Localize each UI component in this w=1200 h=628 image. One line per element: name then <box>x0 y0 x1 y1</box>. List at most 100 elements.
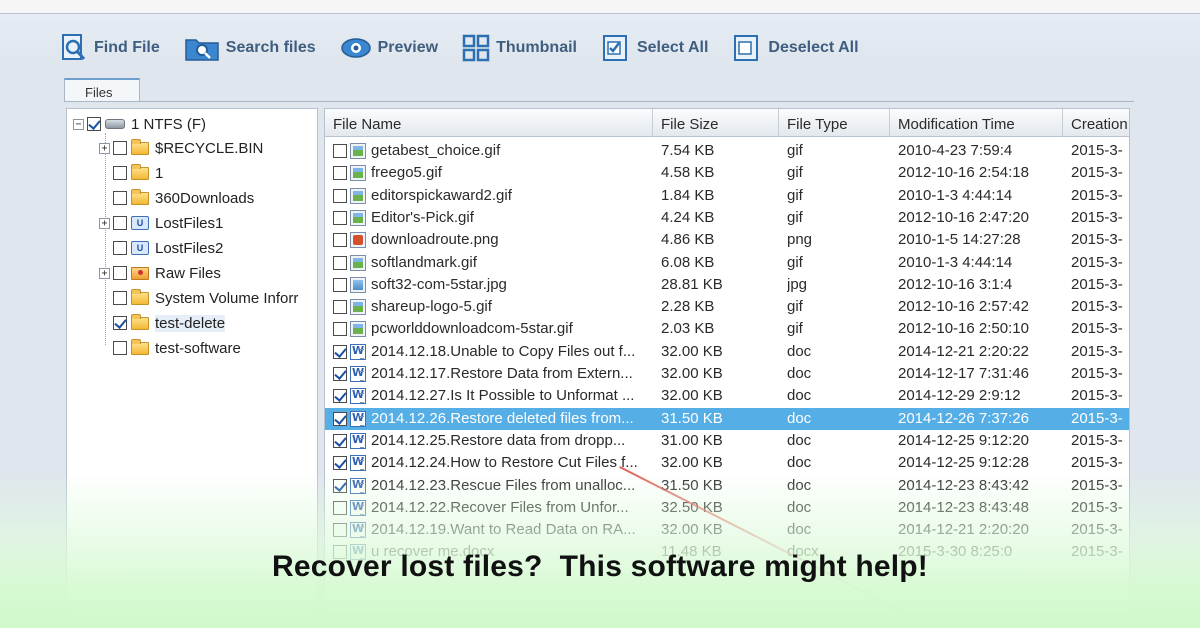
row-checkbox[interactable] <box>333 411 347 426</box>
table-row[interactable]: soft32-com-5star.jpg 28.81 KB jpg 2012-10-1… <box>325 274 1129 296</box>
table-row[interactable]: 2014.12.25.Restore data from dropp... 31.… <box>325 430 1129 452</box>
search-files-label: Search files <box>225 39 316 56</box>
tree-item-label: test-software <box>155 339 241 357</box>
row-checkbox[interactable] <box>333 233 347 248</box>
row-checkbox[interactable] <box>333 300 347 315</box>
tab-files[interactable]: Files <box>64 78 140 102</box>
folder-tree: − 1 NTFS (F) + $RECYCLE.BIN 1 360Downloads +… <box>66 108 318 618</box>
search-files-button[interactable]: Search files <box>184 34 316 62</box>
cell-file-type: doc <box>787 498 812 516</box>
cell-file-size: 4.86 KB <box>661 231 715 249</box>
row-checkbox[interactable] <box>333 433 347 448</box>
folder-icon <box>131 138 149 155</box>
cell-file-size: 32.00 KB <box>661 342 723 360</box>
raw-files-icon <box>131 266 149 280</box>
tree-horizontal-scrollbar[interactable] <box>66 602 318 616</box>
deselect-all-button[interactable]: Deselect All <box>732 33 859 63</box>
gif-file-icon <box>350 254 366 271</box>
cell-file-type: doc <box>787 521 812 539</box>
row-checkbox[interactable] <box>333 500 347 515</box>
thumbnail-button[interactable]: Thumbnail <box>462 34 577 62</box>
tree-item[interactable]: test-software <box>99 337 241 359</box>
find-file-button[interactable]: Find File <box>60 33 160 63</box>
table-row[interactable]: editorspickaward2.gif 1.84 KB gif 2010-1-3 … <box>325 185 1129 207</box>
row-checkbox[interactable] <box>333 166 347 181</box>
cell-file-size: 4.24 KB <box>661 208 715 226</box>
collapse-icon[interactable]: − <box>73 118 84 130</box>
table-row[interactable]: 2014.12.22.Recover Files from Unfor... 32… <box>325 497 1129 519</box>
row-checkbox[interactable] <box>333 255 347 270</box>
tree-item-checkbox[interactable] <box>113 141 127 155</box>
tree-item[interactable]: 360Downloads <box>99 187 254 209</box>
cell-creation: 2015-3- <box>1071 275 1123 293</box>
row-checkbox[interactable] <box>333 322 347 337</box>
table-row[interactable]: shareup-logo-5.gif 2.28 KB gif 2012-10-16 2… <box>325 296 1129 318</box>
column-header-file-size[interactable]: File Size <box>653 109 779 137</box>
table-row[interactable]: 2014.12.27.Is It Possible to Unformat ..… <box>325 385 1129 407</box>
table-row[interactable]: Editor's-Pick.gif 4.24 KB gif 2012-10-16 2:… <box>325 207 1129 229</box>
row-checkbox[interactable] <box>333 523 347 538</box>
expand-icon[interactable]: + <box>99 142 110 154</box>
expand-icon[interactable]: + <box>99 217 110 229</box>
table-row[interactable]: pcworlddownloadcom-5star.gif 2.03 KB gif 20… <box>325 318 1129 340</box>
folder-icon <box>131 288 149 305</box>
row-checkbox[interactable] <box>333 367 347 381</box>
table-row[interactable]: 2014.12.18.Unable to Copy Files out f...… <box>325 341 1129 363</box>
table-row[interactable]: getabest_choice.gif 7.54 KB gif 2010-4-23 7… <box>325 140 1129 162</box>
table-row[interactable]: softlandmark.gif 6.08 KB gif 2010-1-3 4:44:… <box>325 252 1129 274</box>
tree-item[interactable]: 1 <box>99 162 163 184</box>
row-checkbox[interactable] <box>333 478 347 493</box>
row-checkbox[interactable] <box>333 389 347 404</box>
tree-item[interactable]: + Raw Files <box>99 262 221 284</box>
tree-item-checkbox[interactable] <box>113 191 127 205</box>
tree-item[interactable]: test-delete <box>99 312 226 334</box>
cell-modification-time: 2014-12-21 2:20:22 <box>898 342 1029 360</box>
cell-file-type: gif <box>787 186 803 204</box>
tree-item[interactable]: + $RECYCLE.BIN <box>99 137 263 159</box>
cell-file-size: 32.00 KB <box>661 454 723 472</box>
column-header-file-type[interactable]: File Type <box>779 109 890 137</box>
tree-root[interactable]: − 1 NTFS (F) <box>73 113 206 135</box>
column-header-file-name[interactable]: File Name <box>325 109 653 137</box>
tree-item-checkbox[interactable] <box>113 316 127 330</box>
doc-file-icon <box>350 366 366 382</box>
row-checkbox[interactable] <box>333 277 347 292</box>
tree-item-checkbox[interactable] <box>113 341 127 355</box>
table-row[interactable]: freego5.gif 4.58 KB gif 2012-10-16 2:54:18 2… <box>325 162 1129 184</box>
expand-icon[interactable]: + <box>99 267 110 279</box>
table-row[interactable]: 2014.12.24.How to Restore Cut Files f...… <box>325 452 1129 474</box>
select-all-button[interactable]: Select All <box>601 33 708 63</box>
folder-icon <box>131 313 149 330</box>
gif-file-icon <box>350 187 366 204</box>
table-row[interactable]: downloadroute.png 4.86 KB png 2010-1-5 14:2… <box>325 229 1129 251</box>
tree-item-checkbox[interactable] <box>113 166 127 180</box>
tree-item[interactable]: System Volume Inforr <box>99 287 298 309</box>
tree-item-checkbox[interactable] <box>113 216 127 230</box>
row-checkbox[interactable] <box>333 344 347 359</box>
tree-item-checkbox[interactable] <box>113 241 127 255</box>
cell-creation: 2015-3- <box>1071 476 1123 494</box>
cell-file-type: doc <box>787 387 812 405</box>
cell-file-size: 1.84 KB <box>661 186 715 204</box>
row-checkbox[interactable] <box>333 456 347 471</box>
gif-file-icon <box>350 143 366 159</box>
select-all-label: Select All <box>636 39 709 56</box>
tree-item[interactable]: U LostFiles2 <box>99 237 223 259</box>
row-checkbox[interactable] <box>333 188 347 203</box>
tree-item-label: Raw Files <box>155 264 221 282</box>
preview-button[interactable]: Preview <box>340 36 438 60</box>
row-checkbox[interactable] <box>333 210 347 225</box>
column-header-modification-time[interactable]: Modification Time <box>890 109 1063 137</box>
table-row[interactable]: 2014.12.23.Rescue Files from unalloc... 3… <box>325 475 1129 497</box>
row-checkbox[interactable] <box>333 144 347 158</box>
cell-file-type: png <box>787 231 813 249</box>
tree-item-label: 360Downloads <box>155 189 255 207</box>
table-row[interactable]: 2014.12.26.Restore deleted files from...… <box>325 407 1129 430</box>
column-header-creation[interactable]: Creation <box>1063 109 1129 137</box>
table-row[interactable]: 2014.12.17.Restore Data from Extern... 32… <box>325 363 1129 385</box>
tree-item-checkbox[interactable] <box>113 266 127 280</box>
tree-root-checkbox[interactable] <box>87 117 101 131</box>
tree-item-checkbox[interactable] <box>113 291 127 305</box>
tree-item[interactable]: + U LostFiles1 <box>99 212 223 234</box>
